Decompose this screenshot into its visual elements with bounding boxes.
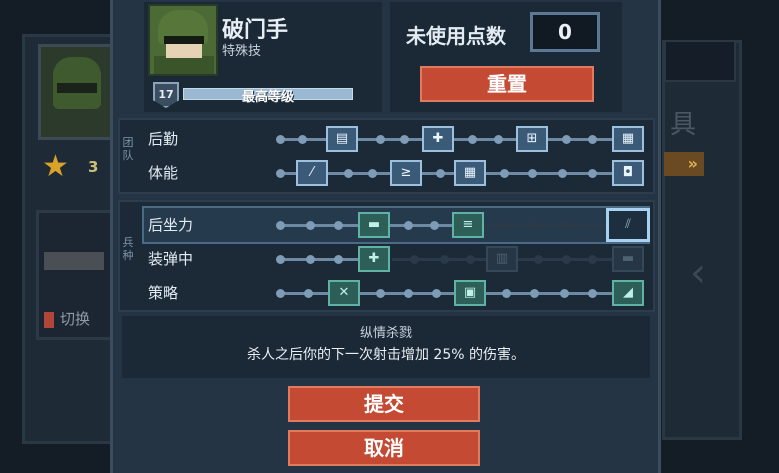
unused-points-label: 未使用点数 bbox=[406, 24, 506, 48]
skill-node-stamina-4[interactable]: ◘ bbox=[612, 160, 644, 186]
skill-dot-locked bbox=[530, 221, 539, 230]
skill-node-recoil-1[interactable]: ▬ bbox=[358, 212, 390, 238]
skill-dot bbox=[276, 289, 285, 298]
skill-dot bbox=[436, 169, 445, 178]
skill-dot bbox=[588, 169, 597, 178]
bg-character-portrait bbox=[38, 44, 114, 140]
bg-right-panel bbox=[662, 40, 742, 440]
skill-node-recoil-selected[interactable]: ⫽ bbox=[606, 208, 650, 242]
skill-dot bbox=[404, 289, 413, 298]
bg-right-text: 具 bbox=[670, 110, 697, 140]
skill-dot bbox=[298, 135, 307, 144]
skill-dot bbox=[500, 169, 509, 178]
skill-dot bbox=[276, 169, 285, 178]
skill-dot-locked bbox=[560, 221, 569, 230]
bg-right-box bbox=[664, 40, 736, 82]
bg-arrow-badge: » bbox=[664, 152, 704, 176]
cancel-button[interactable]: 取消 bbox=[288, 430, 480, 466]
skill-dot bbox=[502, 289, 511, 298]
skill-dot bbox=[588, 135, 597, 144]
skill-dot bbox=[276, 221, 285, 230]
skill-description-title: 纵情杀戮 bbox=[359, 326, 412, 341]
skill-dot-locked bbox=[562, 255, 571, 264]
skill-dot bbox=[528, 169, 537, 178]
skill-dot bbox=[558, 169, 567, 178]
skill-dot bbox=[304, 289, 313, 298]
skill-node-logistics-3[interactable]: ⊞ bbox=[516, 126, 548, 152]
row-label-strategy: 策略 bbox=[148, 284, 179, 302]
skill-dot bbox=[400, 135, 409, 144]
skill-node-stamina-1[interactable]: ⁄ bbox=[296, 160, 328, 186]
skill-dot bbox=[334, 221, 343, 230]
class-group-tag: 兵种 bbox=[122, 236, 134, 262]
skill-node-stamina-3[interactable]: ▦ bbox=[454, 160, 486, 186]
skill-dot bbox=[376, 289, 385, 298]
gun-icon bbox=[44, 252, 104, 270]
skill-node-reloading-3[interactable]: ▬ bbox=[612, 246, 644, 272]
character-subtitle: 特殊技 bbox=[222, 44, 262, 59]
row-label-logistics: 后勤 bbox=[148, 130, 179, 148]
skill-dot bbox=[306, 221, 315, 230]
skill-node-strategy-3[interactable]: ◢ bbox=[612, 280, 644, 306]
switch-icon bbox=[44, 311, 54, 328]
submit-button[interactable]: 提交 bbox=[288, 386, 480, 422]
team-skill-group bbox=[118, 118, 655, 194]
skill-dot-locked bbox=[500, 221, 509, 230]
skill-dot bbox=[494, 135, 503, 144]
skill-node-strategy-1[interactable]: ✕ bbox=[328, 280, 360, 306]
skill-node-logistics-1[interactable]: ▤ bbox=[326, 126, 358, 152]
character-portrait bbox=[148, 4, 218, 76]
skill-dot bbox=[588, 289, 597, 298]
skill-dot-locked bbox=[410, 255, 419, 264]
skill-track-reloading bbox=[282, 258, 362, 261]
skill-dot-locked bbox=[440, 255, 449, 264]
unused-points-value: 0 bbox=[530, 12, 600, 52]
skill-dot bbox=[468, 135, 477, 144]
reset-button[interactable]: 重置 bbox=[420, 66, 594, 102]
skill-dot bbox=[376, 135, 385, 144]
bg-level-value: 3 bbox=[88, 158, 99, 176]
skill-dot bbox=[430, 221, 439, 230]
skill-dot bbox=[344, 169, 353, 178]
skill-dot bbox=[334, 255, 343, 264]
row-label-stamina: 体能 bbox=[148, 164, 179, 182]
skill-dot bbox=[560, 289, 569, 298]
skill-dot bbox=[306, 255, 315, 264]
bg-switch-label: 切换 bbox=[44, 308, 90, 329]
skill-node-recoil-2[interactable]: ≡ bbox=[452, 212, 484, 238]
chevron-left-icon: ‹ bbox=[690, 250, 706, 296]
row-label-recoil: 后坐力 bbox=[148, 216, 194, 234]
skill-dot-locked bbox=[534, 255, 543, 264]
level-status-text: 最高等级 bbox=[241, 90, 294, 105]
skill-dot bbox=[530, 289, 539, 298]
row-label-reloading: 装弹中 bbox=[148, 250, 194, 268]
skill-node-reloading-2[interactable]: ▥ bbox=[486, 246, 518, 272]
skill-dot bbox=[276, 255, 285, 264]
skill-node-stamina-2[interactable]: ≥ bbox=[390, 160, 422, 186]
skill-dot-locked bbox=[588, 255, 597, 264]
team-group-tag: 团队 bbox=[122, 136, 134, 162]
skill-dot bbox=[432, 289, 441, 298]
skill-dot bbox=[404, 221, 413, 230]
skill-node-logistics-2[interactable]: ✚ bbox=[422, 126, 454, 152]
skill-description-text: 杀人之后你的下一次射击增加 25% 的伤害。 bbox=[246, 347, 526, 363]
skill-dot bbox=[562, 135, 571, 144]
star-icon: ★ bbox=[42, 149, 69, 184]
skill-node-strategy-2[interactable]: ▣ bbox=[454, 280, 486, 306]
skill-node-logistics-4[interactable]: ▦ bbox=[612, 126, 644, 152]
skill-dot bbox=[368, 169, 377, 178]
skill-dot bbox=[276, 135, 285, 144]
skill-node-reloading-1[interactable]: ✚ bbox=[358, 246, 390, 272]
skill-dot-locked bbox=[466, 255, 475, 264]
